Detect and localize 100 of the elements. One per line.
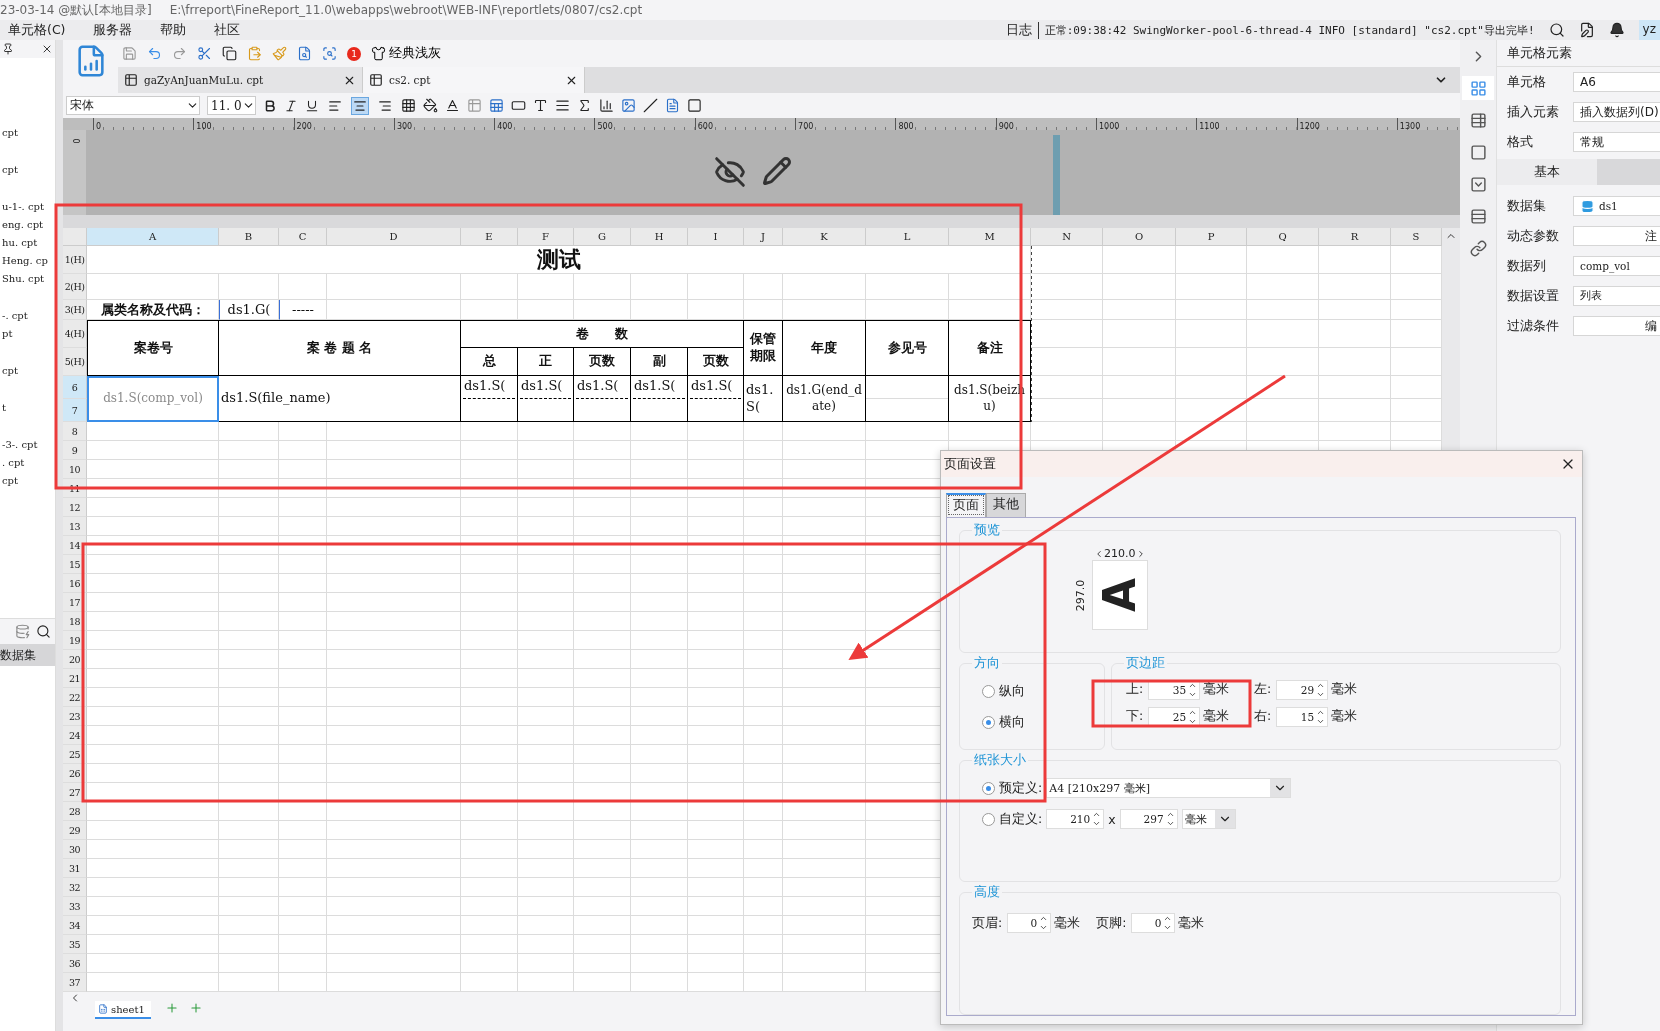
spinner-field[interactable]: 25: [1148, 706, 1201, 727]
file-item[interactable]: -3-. cpt: [0, 436, 55, 454]
column-header[interactable]: G: [574, 228, 631, 246]
sheet-tab[interactable]: sheet1: [95, 1001, 151, 1019]
menu-item[interactable]: 服务器: [85, 21, 141, 39]
column-header[interactable]: R: [1319, 228, 1391, 246]
row-header[interactable]: 20: [63, 650, 87, 669]
radio-button[interactable]: [982, 812, 995, 826]
row-header[interactable]: 14: [63, 536, 87, 555]
bell-icon[interactable]: [1608, 22, 1625, 38]
column-header[interactable]: E: [461, 228, 518, 246]
paper-size-select[interactable]: A4 [210x297 毫米]: [1046, 778, 1292, 799]
row-header[interactable]: 34: [63, 916, 87, 935]
row-header[interactable]: 26: [63, 764, 87, 783]
font-select[interactable]: 宋体: [66, 96, 200, 115]
unit-select[interactable]: 毫米: [1181, 809, 1236, 830]
row-header[interactable]: 18: [63, 612, 87, 631]
row-header[interactable]: 27: [63, 783, 87, 802]
column-header[interactable]: D: [327, 228, 461, 246]
row-header[interactable]: 1(H): [63, 246, 87, 274]
file-item[interactable]: Heng. cp: [0, 252, 55, 270]
italic-icon[interactable]: [284, 98, 298, 113]
copy-icon[interactable]: [222, 46, 237, 61]
notification-badge[interactable]: 1: [347, 46, 361, 61]
column-header[interactable]: F: [518, 228, 574, 246]
eye-off-icon[interactable]: [714, 156, 746, 188]
value-field[interactable]: ds1: [1573, 196, 1660, 216]
column-header[interactable]: M: [949, 228, 1031, 246]
row-header[interactable]: 7: [63, 399, 87, 422]
row-header[interactable]: 3(H): [63, 300, 87, 320]
row-header[interactable]: 29: [63, 821, 87, 840]
file-item[interactable]: cpt: [0, 124, 55, 142]
row-header[interactable]: 22: [63, 688, 87, 707]
column-header[interactable]: J: [744, 228, 783, 246]
row-header[interactable]: 13: [63, 517, 87, 536]
dialog-tab[interactable]: 页面: [946, 493, 986, 517]
file-item[interactable]: t: [0, 399, 55, 417]
underline-icon[interactable]: [305, 98, 319, 113]
file-item[interactable]: cpt: [0, 472, 55, 490]
text-icon[interactable]: [533, 98, 548, 113]
column-header[interactable]: S: [1391, 228, 1442, 246]
column-header[interactable]: P: [1176, 228, 1247, 246]
database-icon[interactable]: [15, 624, 30, 639]
spinner-field[interactable]: 0: [1131, 913, 1176, 934]
file-tab[interactable]: gaZyAnJuanMuLu. cpt: [118, 67, 363, 93]
row-header[interactable]: 8: [63, 422, 87, 441]
row-header[interactable]: 37: [63, 973, 87, 992]
value-field[interactable]: 常规: [1573, 132, 1660, 152]
column-header[interactable]: Q: [1247, 228, 1319, 246]
column-header[interactable]: O: [1103, 228, 1176, 246]
spinner-field[interactable]: 210: [1046, 809, 1105, 830]
row-header[interactable]: 31: [63, 859, 87, 878]
row-header[interactable]: 4(H): [63, 320, 87, 348]
radio-button[interactable]: [982, 715, 995, 729]
align-center-button[interactable]: [351, 96, 369, 115]
radio-button[interactable]: [982, 781, 995, 795]
preview-icon[interactable]: [297, 46, 312, 61]
column-header[interactable]: A: [87, 228, 219, 246]
file-item[interactable]: cpt: [0, 362, 55, 380]
row-header[interactable]: 23: [63, 707, 87, 726]
undo-icon[interactable]: [147, 46, 162, 61]
pencil-icon[interactable]: [762, 156, 792, 186]
spinner-field[interactable]: 0: [1007, 913, 1052, 934]
search-icon[interactable]: [1548, 22, 1565, 38]
edit-button[interactable]: 编: [1573, 316, 1660, 336]
row-header[interactable]: 16: [63, 574, 87, 593]
font-size-select[interactable]: 11. 0: [207, 96, 256, 115]
file-item[interactable]: Shu. cpt: [0, 270, 55, 288]
file-tab[interactable]: cs2. cpt: [363, 67, 585, 93]
formula-icon[interactable]: [577, 98, 592, 113]
menu-item[interactable]: 单元格(C): [0, 21, 74, 39]
edit-document-icon[interactable]: [1578, 22, 1595, 38]
spinner-field[interactable]: 29: [1276, 679, 1329, 700]
cut-icon[interactable]: [197, 46, 212, 61]
column-header[interactable]: N: [1031, 228, 1103, 246]
slash-icon[interactable]: [643, 98, 658, 113]
row-header[interactable]: 35: [63, 935, 87, 954]
file-item[interactable]: hu. cpt: [0, 234, 55, 252]
panel-tab[interactable]: 基本: [1497, 159, 1597, 185]
document-icon[interactable]: [665, 98, 680, 113]
text-box-icon[interactable]: [511, 98, 526, 113]
border-icon[interactable]: [401, 98, 416, 113]
value-field[interactable]: comp_vol: [1573, 256, 1660, 276]
paragraph-icon[interactable]: [555, 98, 570, 113]
row-header[interactable]: 19: [63, 631, 87, 650]
close-icon[interactable]: [41, 43, 53, 55]
column-header[interactable]: C: [279, 228, 327, 246]
file-item[interactable]: -. cpt: [0, 307, 55, 325]
row-header[interactable]: 5(H): [63, 348, 87, 376]
file-item[interactable]: . cpt: [0, 454, 55, 472]
row-header[interactable]: 12: [63, 498, 87, 517]
user-badge[interactable]: yz: [1638, 20, 1660, 40]
pin-icon[interactable]: [2, 43, 14, 55]
row-header[interactable]: 6: [63, 376, 87, 399]
column-header[interactable]: L: [866, 228, 949, 246]
row-header[interactable]: 10: [63, 460, 87, 479]
row-header[interactable]: 33: [63, 897, 87, 916]
inspect-icon[interactable]: [322, 46, 337, 61]
bold-icon[interactable]: [263, 98, 277, 113]
file-item[interactable]: u-1-. cpt: [0, 198, 55, 216]
